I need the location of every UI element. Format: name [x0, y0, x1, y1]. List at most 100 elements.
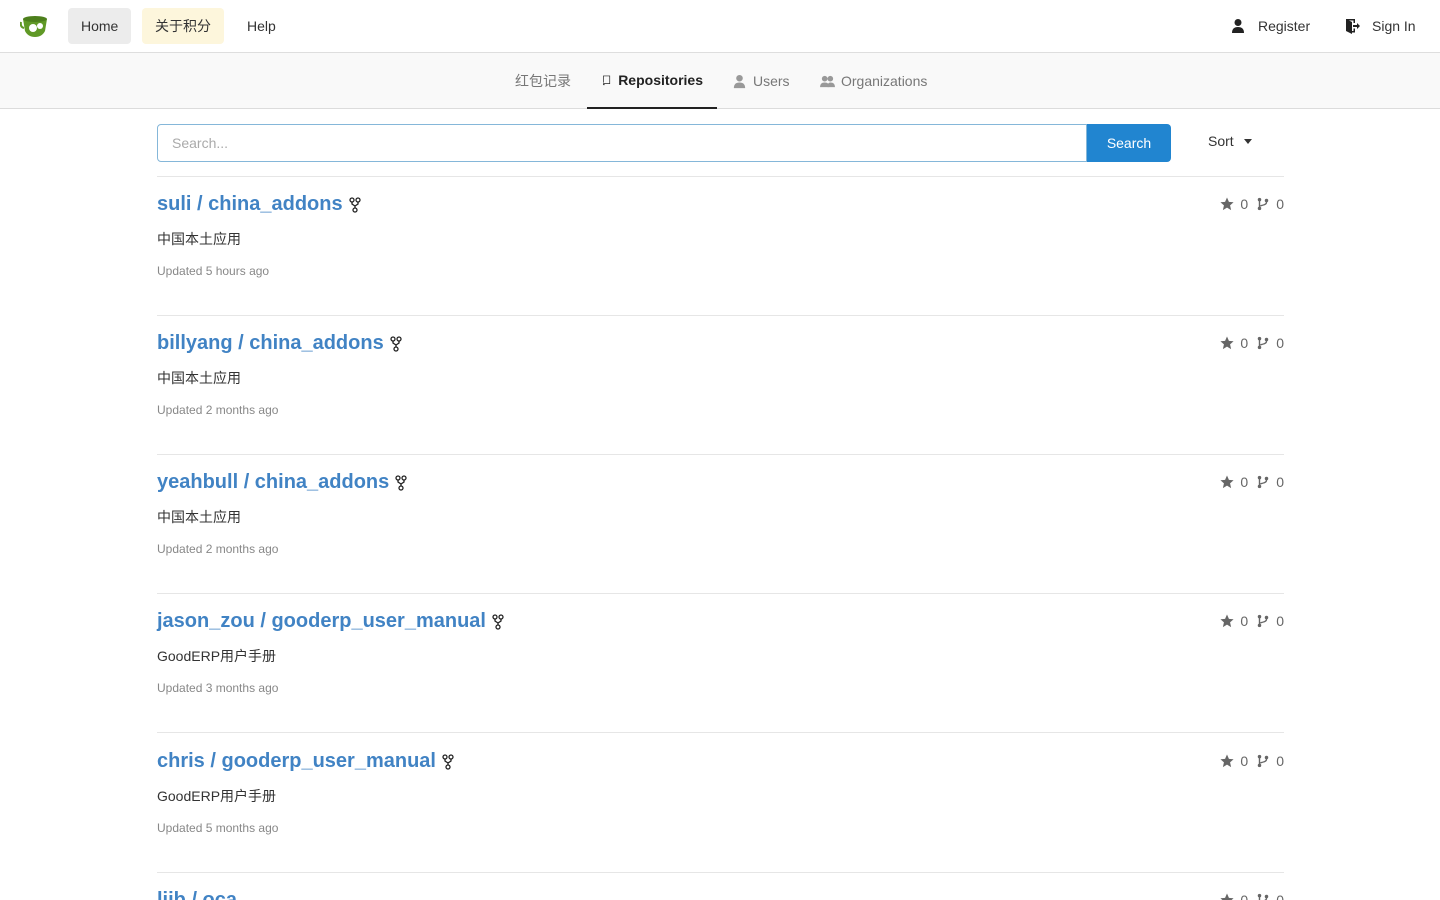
star-icon [1220, 336, 1234, 350]
top-navbar: Home 关于积分 Help Register Sign In [0, 0, 1440, 53]
fork-count: 0 [1256, 474, 1284, 490]
sign-in-icon [1346, 19, 1360, 34]
repo-title: lijb / oca [157, 889, 238, 900]
repo-updated-time: Updated 3 months ago [157, 681, 279, 695]
explore-tabs: 红包记录 Repositories Users Organizations [0, 53, 1440, 109]
repo-description: GoodERP用户手册 [157, 648, 277, 664]
fork-count-value: 0 [1276, 892, 1284, 900]
tab-red-packet[interactable]: 红包记录 [501, 53, 585, 109]
user-icon [733, 74, 746, 88]
tab-users[interactable]: Users [718, 53, 804, 109]
fork-icon [442, 753, 454, 770]
sign-in-label: Sign In [1372, 18, 1416, 34]
repo-link[interactable]: suli / china_addons [157, 193, 361, 216]
list-item: chris / gooderp_user_manual GoodERP用户手册 … [157, 734, 1284, 873]
tab-red-packet-label: 红包记录 [515, 73, 571, 89]
list-item: suli / china_addons 中国本土应用 Updated 5 hou… [157, 177, 1284, 316]
tab-repositories-label: Repositories [618, 72, 703, 88]
fork-icon [348, 196, 361, 213]
repo-link[interactable]: billyang / china_addons [157, 332, 402, 355]
list-item: jason_zou / gooderp_user_manual GoodERP用… [157, 594, 1284, 733]
fork-count: 0 [1256, 613, 1284, 629]
repo-updated-time: Updated 2 months ago [157, 542, 279, 556]
branch-icon [1257, 893, 1269, 900]
star-count: 0 [1220, 474, 1248, 490]
sort-label: Sort [1208, 133, 1234, 149]
repo-stats: 0 0 [1220, 753, 1284, 769]
fork-count-value: 0 [1276, 613, 1284, 629]
search-button[interactable]: Search [1087, 124, 1171, 162]
repo-updated-time: Updated 2 months ago [157, 403, 279, 417]
repo-title: billyang / china_addons [157, 332, 384, 354]
fork-icon [492, 613, 504, 630]
nav-home[interactable]: Home [68, 8, 132, 44]
repo-stats: 0 0 [1220, 196, 1284, 212]
repo-description: GoodERP用户手册 [157, 788, 277, 804]
branch-icon [1257, 336, 1269, 350]
repo-stats: 0 0 [1220, 892, 1284, 900]
repo-link[interactable]: jason_zou / gooderp_user_manual [157, 610, 504, 633]
register-label: Register [1258, 18, 1311, 34]
user-icon [1232, 19, 1244, 33]
fork-icon [390, 335, 402, 352]
star-count-value: 0 [1240, 892, 1249, 900]
search-input[interactable] [157, 124, 1087, 162]
organization-icon [820, 75, 835, 87]
star-icon [1220, 475, 1234, 489]
list-item: yeahbull / china_addons 中国本土应用 Updated 2… [157, 455, 1284, 594]
repo-icon [603, 75, 611, 85]
star-count-value: 0 [1240, 613, 1249, 629]
star-icon [1220, 754, 1234, 768]
star-count: 0 [1220, 753, 1248, 769]
star-count: 0 [1220, 892, 1248, 900]
gogs-logo-icon[interactable] [20, 13, 50, 39]
nav-about-points[interactable]: 关于积分 [142, 8, 224, 44]
star-icon [1220, 893, 1234, 900]
fork-icon [395, 474, 407, 491]
repo-title: suli / china_addons [157, 193, 343, 215]
repo-link[interactable]: yeahbull / china_addons [157, 471, 407, 494]
fork-count-value: 0 [1276, 196, 1284, 212]
branch-icon [1257, 614, 1269, 628]
star-count-value: 0 [1240, 196, 1249, 212]
repo-stats: 0 0 [1220, 474, 1284, 490]
fork-count-value: 0 [1276, 474, 1284, 490]
branch-icon [1257, 197, 1269, 211]
repo-updated-time: Updated 5 hours ago [157, 264, 270, 278]
caret-down-icon [1243, 138, 1252, 144]
repo-title: chris / gooderp_user_manual [157, 750, 436, 772]
star-count-value: 0 [1240, 335, 1249, 351]
fork-count: 0 [1256, 753, 1284, 769]
sign-in-link[interactable]: Sign In [1344, 8, 1416, 44]
repo-link[interactable]: chris / gooderp_user_manual [157, 750, 454, 773]
register-link[interactable]: Register [1230, 8, 1310, 44]
repo-stats: 0 0 [1220, 613, 1284, 629]
repo-updated-time: Updated 5 months ago [157, 821, 279, 835]
repo-description: 中国本土应用 [157, 509, 241, 525]
star-icon [1220, 197, 1234, 211]
tab-organizations[interactable]: Organizations [806, 53, 941, 109]
repo-description: 中国本土应用 [157, 231, 241, 247]
repo-title: yeahbull / china_addons [157, 471, 390, 493]
fork-count: 0 [1256, 335, 1284, 351]
fork-count-value: 0 [1276, 335, 1284, 351]
repo-link[interactable]: lijb / oca [157, 889, 237, 900]
star-count-value: 0 [1240, 753, 1249, 769]
branch-icon [1257, 475, 1269, 489]
nav-help[interactable]: Help [234, 8, 289, 44]
tab-repositories[interactable]: Repositories [587, 53, 717, 109]
star-count-value: 0 [1240, 474, 1249, 490]
repo-title: jason_zou / gooderp_user_manual [157, 610, 486, 632]
list-item: billyang / china_addons 中国本土应用 Updated 2… [157, 316, 1284, 455]
fork-count: 0 [1256, 892, 1284, 900]
tab-users-label: Users [753, 73, 790, 89]
branch-icon [1257, 754, 1269, 768]
star-icon [1220, 614, 1234, 628]
sort-dropdown[interactable]: Sort [1208, 133, 1252, 149]
star-count: 0 [1220, 335, 1248, 351]
star-count: 0 [1220, 196, 1248, 212]
tab-organizations-label: Organizations [841, 73, 928, 89]
star-count: 0 [1220, 613, 1248, 629]
fork-count-value: 0 [1276, 753, 1284, 769]
repo-stats: 0 0 [1220, 335, 1284, 351]
